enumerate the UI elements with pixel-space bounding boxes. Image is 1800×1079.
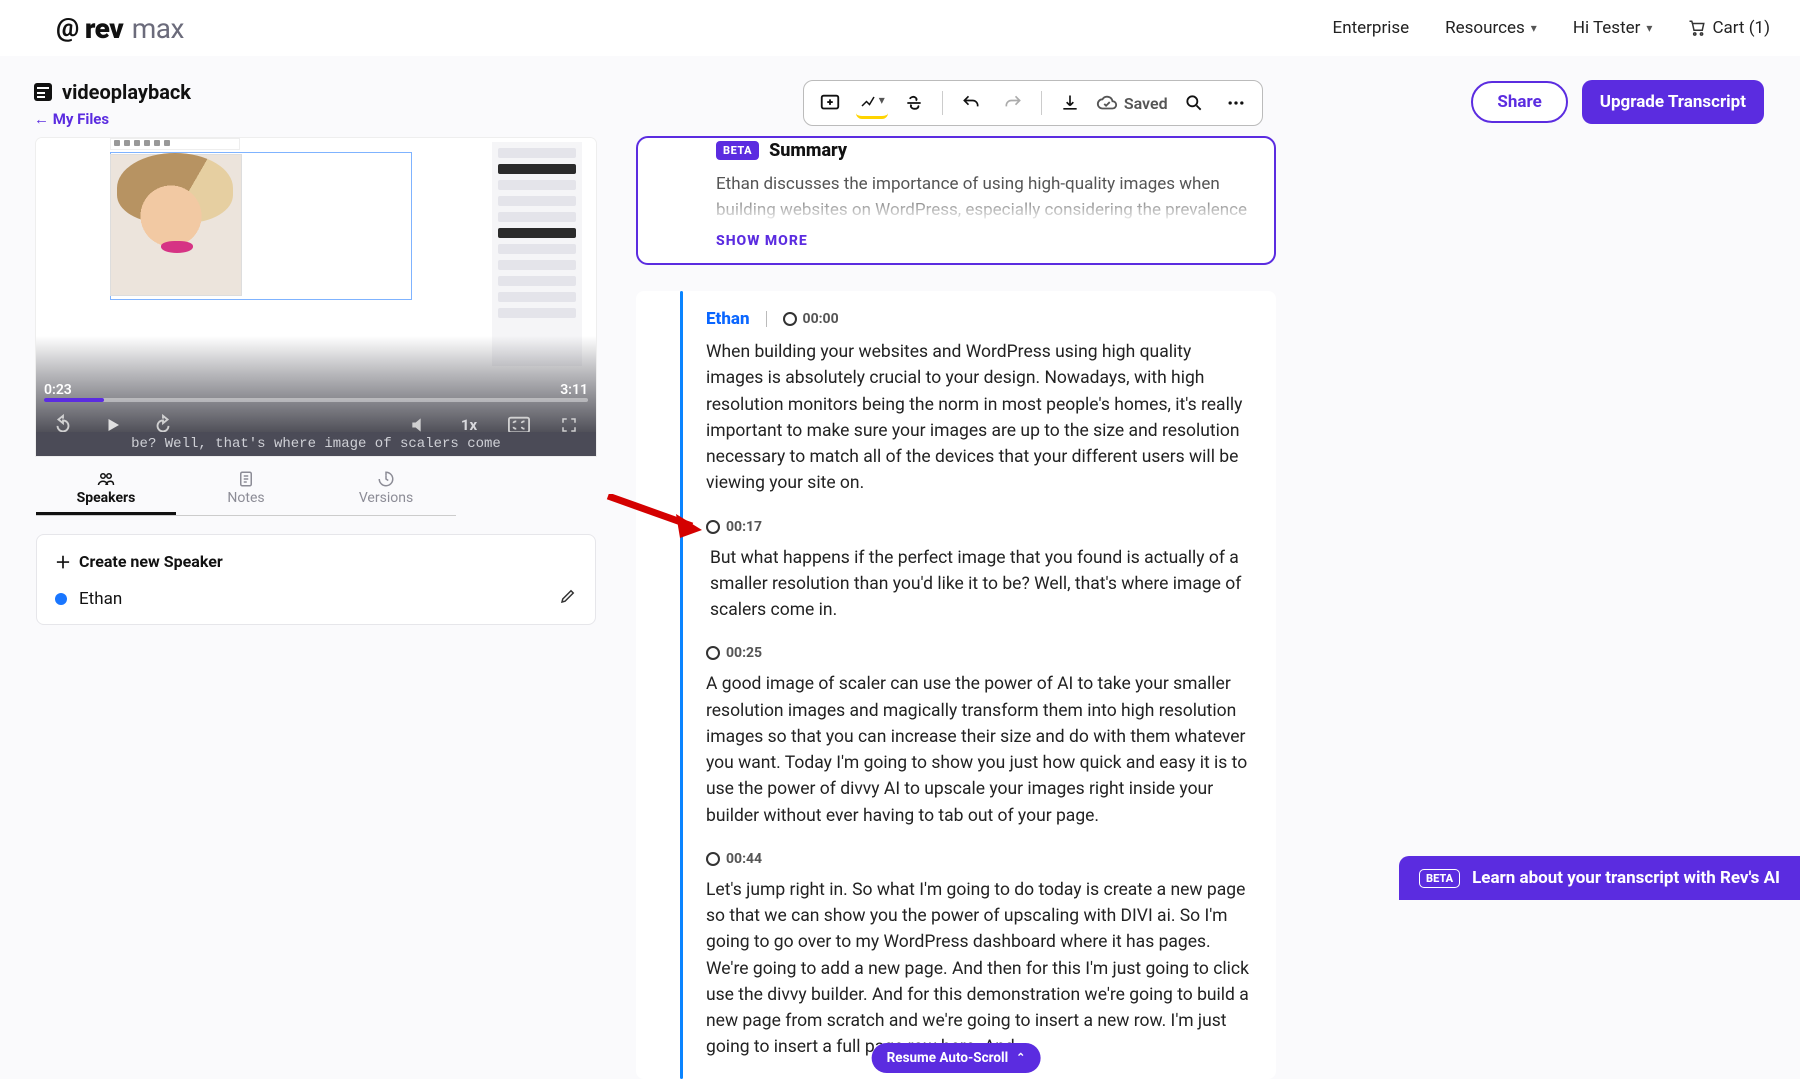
transcript-card: Ethan 00:00 When building your websites …: [636, 291, 1276, 1079]
undo-button[interactable]: [955, 87, 987, 119]
show-more-button[interactable]: SHOW MORE: [716, 233, 1248, 249]
summary-title: Summary: [769, 140, 847, 161]
back-to-files-link[interactable]: ← My Files: [34, 110, 594, 128]
beta-badge: BETA: [716, 141, 759, 160]
create-speaker-button[interactable]: ＋ Create new Speaker: [55, 549, 577, 573]
notes-icon: [237, 470, 255, 488]
summary-card: BETA Summary Ethan discusses the importa…: [636, 136, 1276, 265]
nav-cart[interactable]: Cart (1): [1688, 18, 1770, 38]
transcript-paragraph[interactable]: But what happens if the perfect image th…: [706, 545, 1250, 624]
speaker-row[interactable]: Ethan: [55, 587, 577, 610]
cart-icon: [1688, 19, 1706, 37]
timestamp[interactable]: 00:17: [706, 519, 1250, 535]
chevron-down-icon: ▾: [1531, 21, 1537, 35]
file-title: videoplayback: [34, 80, 594, 104]
logo[interactable]: @ rev max: [56, 12, 184, 45]
logo-mark-icon: @: [56, 13, 79, 43]
speakers-icon: [96, 470, 116, 488]
resume-autoscroll-button[interactable]: Resume Auto-Scroll⌃: [872, 1043, 1041, 1073]
progress-bar[interactable]: [44, 398, 588, 402]
save-status: Saved: [1096, 92, 1168, 114]
timestamp[interactable]: 00:00: [783, 311, 839, 327]
edit-speaker-button[interactable]: [559, 587, 577, 610]
transcript-speaker[interactable]: Ethan: [706, 309, 750, 329]
chevron-down-icon: ▾: [1646, 21, 1652, 35]
chevron-up-icon: ⌃: [1016, 1051, 1025, 1064]
ai-banner[interactable]: BETA Learn about your transcript with Re…: [1399, 856, 1800, 900]
tab-speakers[interactable]: Speakers: [36, 460, 176, 515]
redo-button[interactable]: [997, 87, 1029, 119]
tab-versions[interactable]: Versions: [316, 460, 456, 515]
current-time: 0:23: [44, 382, 72, 398]
strikethrough-button[interactable]: [898, 87, 930, 119]
share-button[interactable]: Share: [1471, 81, 1567, 123]
caption-text: be? Well, that's where image of scalers …: [36, 432, 596, 456]
nav-user-greeting[interactable]: Hi Tester▾: [1573, 18, 1653, 38]
editor-toolbar: ▾ Saved: [803, 80, 1263, 126]
versions-icon: [377, 470, 395, 488]
plus-icon: ＋: [55, 549, 71, 573]
nav-resources[interactable]: Resources▾: [1445, 18, 1537, 38]
panel-tabs: Speakers Notes Versions: [36, 460, 456, 516]
highlight-button[interactable]: ▾: [856, 87, 888, 119]
more-options-button[interactable]: [1220, 87, 1252, 119]
speaker-color-dot: [55, 593, 67, 605]
duration: 3:11: [560, 382, 588, 398]
summary-text: Ethan discusses the importance of using …: [716, 171, 1248, 223]
beta-badge: BETA: [1419, 869, 1460, 888]
nav-enterprise[interactable]: Enterprise: [1333, 18, 1410, 38]
transcript-paragraph[interactable]: When building your websites and WordPres…: [706, 339, 1250, 497]
search-button[interactable]: [1178, 87, 1210, 119]
transcript-paragraph[interactable]: A good image of scaler can use the power…: [706, 671, 1250, 829]
video-player[interactable]: 0:23 3:11 1x be? Well, that's where imag…: [36, 138, 596, 456]
upgrade-transcript-button[interactable]: Upgrade Transcript: [1582, 80, 1764, 124]
timestamp[interactable]: 00:44: [706, 851, 1250, 867]
timestamp[interactable]: 00:25: [706, 645, 1250, 661]
download-button[interactable]: [1054, 87, 1086, 119]
cloud-check-icon: [1096, 92, 1118, 114]
speaker-name: Ethan: [79, 589, 122, 609]
transcript-paragraph[interactable]: Let's jump right in. So what I'm going t…: [706, 877, 1250, 1061]
speakers-panel: ＋ Create new Speaker Ethan: [36, 534, 596, 625]
document-icon: [34, 83, 52, 101]
add-comment-button[interactable]: [814, 87, 846, 119]
tab-notes[interactable]: Notes: [176, 460, 316, 515]
